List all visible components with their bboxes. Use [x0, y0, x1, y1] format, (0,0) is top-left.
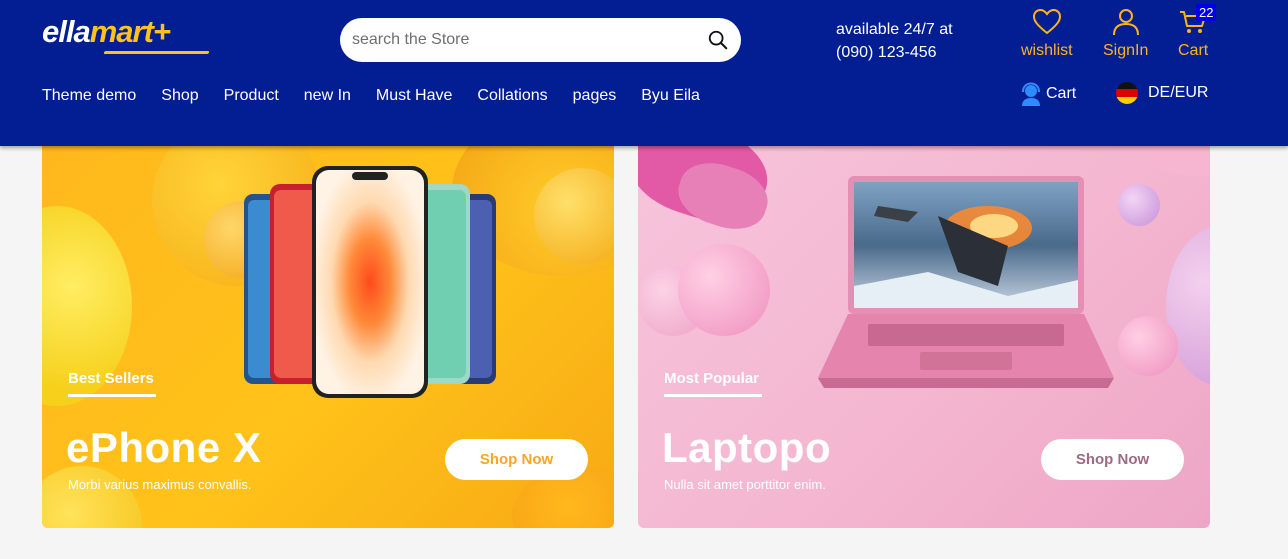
support-agent-icon	[1022, 82, 1040, 106]
nav-item-theme-demo[interactable]: Theme demo	[42, 86, 136, 106]
banner-title: ePhone X	[66, 424, 262, 471]
nav-item-product[interactable]: Product	[224, 86, 279, 106]
shop-now-button[interactable]: Shop Now	[445, 439, 588, 480]
nav-item-new-in[interactable]: new In	[304, 86, 351, 106]
site-header: ellamart+ available 24/7 at (090) 123-45…	[0, 0, 1288, 146]
banner-subtitle: Nulla sit amet porttitor enim.	[664, 477, 826, 492]
banner-subtitle: Morbi varius maximus convallis.	[68, 477, 252, 492]
promo-banner-ephone[interactable]: Best Sellers ePhone X Morbi varius maxim…	[42, 146, 614, 528]
availability-line1: available 24/7 at	[836, 21, 953, 38]
heart-icon	[1032, 8, 1061, 35]
kicker-underline	[68, 394, 156, 397]
pink-laptop-image	[818, 176, 1114, 388]
search-icon[interactable]	[707, 29, 729, 51]
search-bar	[340, 18, 741, 62]
nav-cart-link[interactable]: Cart	[1020, 82, 1076, 106]
availability-phone[interactable]: (090) 123-456	[836, 41, 953, 64]
logo-underline	[103, 51, 210, 54]
main-nav: Theme demo Shop Product new In Must Have…	[42, 86, 725, 106]
nav-item-shop[interactable]: Shop	[161, 86, 198, 106]
cart-count-badge: 22	[1196, 4, 1217, 21]
language-label: DE/EUR	[1148, 84, 1209, 101]
wishlist-label: wishlist	[1021, 42, 1073, 59]
banner-title: Laptopo	[662, 424, 832, 471]
user-icon	[1112, 9, 1139, 36]
language-currency-selector[interactable]: DE/EUR	[1116, 82, 1208, 104]
shop-now-button[interactable]: Shop Now	[1041, 439, 1184, 480]
cart-label: Cart	[1178, 42, 1209, 59]
nav-item-pages[interactable]: pages	[573, 86, 617, 106]
logo[interactable]: ellamart+	[42, 14, 171, 50]
nav-cart-label: Cart	[1046, 85, 1077, 102]
signin-link[interactable]: SignIn	[1103, 8, 1148, 60]
search-input[interactable]	[352, 29, 692, 51]
banner-kicker: Most Popular	[664, 370, 760, 387]
nav-item-must-have[interactable]: Must Have	[376, 86, 452, 106]
banner-kicker: Best Sellers	[68, 370, 154, 387]
nav-item-byu-eila[interactable]: Byu Eila	[641, 86, 700, 106]
promo-banner-laptopo[interactable]: Most Popular Laptopo Nulla sit amet port…	[638, 146, 1210, 528]
iphone-lineup-image	[244, 166, 496, 398]
wishlist-link[interactable]: wishlist	[1021, 8, 1073, 60]
signin-label: SignIn	[1103, 42, 1149, 59]
nav-item-collations[interactable]: Collations	[477, 86, 547, 106]
availability-info: available 24/7 at (090) 123-456	[836, 18, 953, 64]
germany-flag-icon	[1116, 82, 1138, 104]
kicker-underline	[664, 394, 762, 397]
